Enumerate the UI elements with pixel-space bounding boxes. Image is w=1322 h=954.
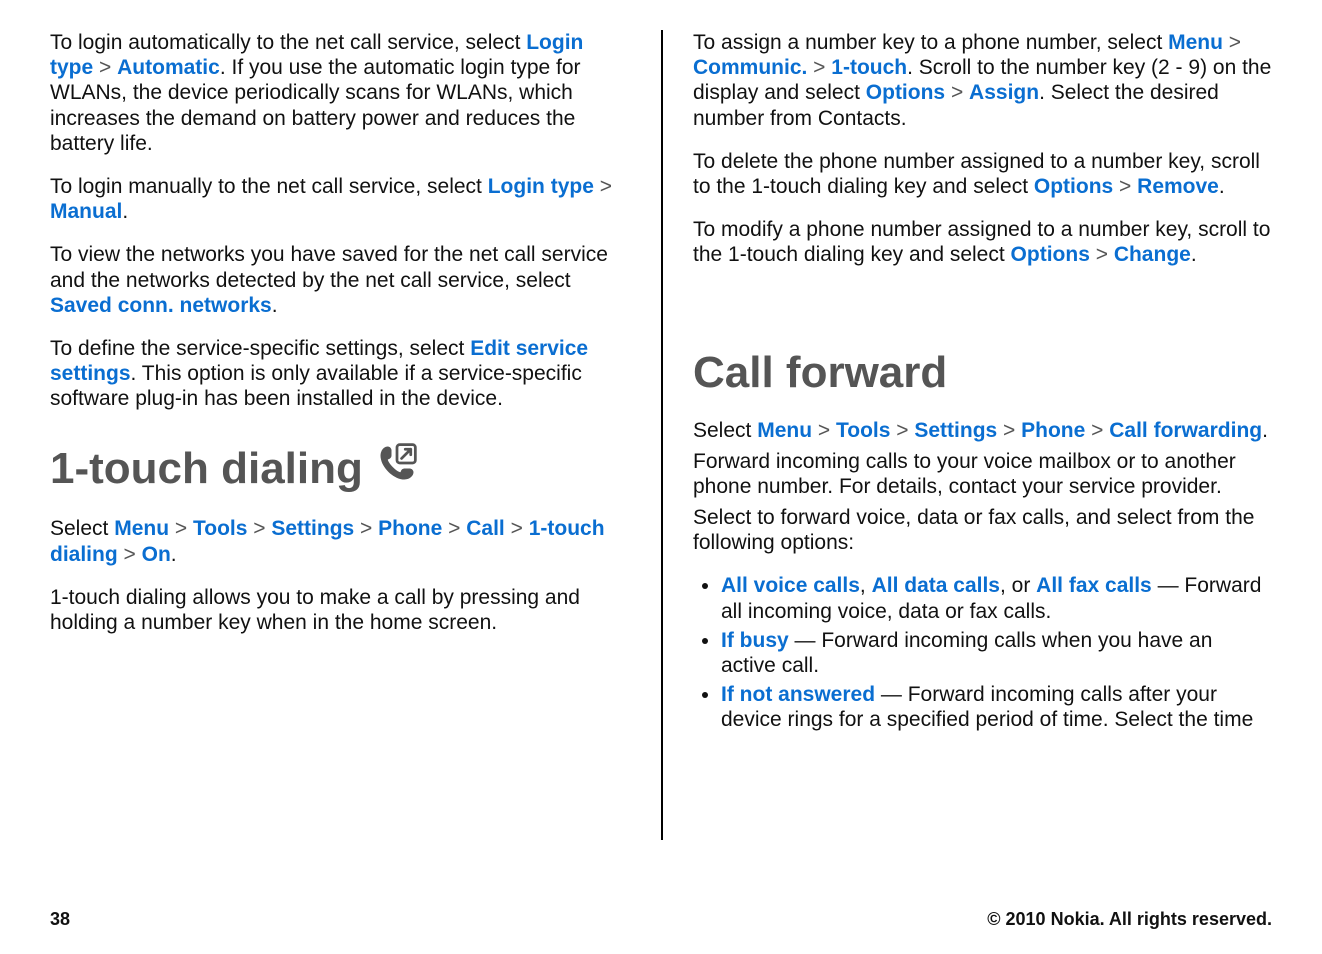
text: To login manually to the net call servic…: [50, 175, 488, 198]
kw-phone: Phone: [1021, 419, 1085, 442]
text: — Forward incoming calls when you have a…: [721, 629, 1212, 677]
kw-menu: Menu: [757, 419, 812, 442]
copyright: © 2010 Nokia. All rights reserved.: [987, 909, 1272, 930]
breadcrumb-sep: >: [354, 517, 378, 540]
text: .: [1191, 243, 1197, 266]
breadcrumb-sep: >: [505, 517, 529, 540]
kw-menu: Menu: [1168, 31, 1223, 54]
breadcrumb-sep: >: [594, 175, 612, 198]
list-item: If not answered — Forward incoming calls…: [721, 682, 1272, 732]
text: ,: [860, 574, 872, 597]
kw-remove: Remove: [1137, 175, 1219, 198]
text: Select: [50, 517, 114, 540]
kw-all-voice-calls: All voice calls: [721, 574, 860, 597]
heading-1-touch-dialing: 1-touch dialing: [50, 441, 631, 496]
breadcrumb-sep: >: [1113, 175, 1137, 198]
page: To login automatically to the net call s…: [0, 0, 1322, 840]
para-assign-key: To assign a number key to a phone number…: [693, 30, 1272, 131]
kw-call: Call: [466, 517, 505, 540]
kw-assign: Assign: [969, 81, 1039, 104]
heading-call-forward: Call forward: [693, 348, 1272, 398]
breadcrumb-sep: >: [93, 56, 117, 79]
text: .: [272, 294, 278, 317]
kw-options: Options: [866, 81, 945, 104]
kw-tools: Tools: [193, 517, 247, 540]
text: To view the networks you have saved for …: [50, 243, 608, 291]
kw-if-not-answered: If not answered: [721, 683, 875, 706]
breadcrumb-sep: >: [1090, 243, 1114, 266]
breadcrumb-sep: >: [812, 419, 836, 442]
text: .: [171, 543, 177, 566]
breadcrumb-sep: >: [997, 419, 1021, 442]
para-login-auto: To login automatically to the net call s…: [50, 30, 631, 156]
para-saved-networks: To view the networks you have saved for …: [50, 242, 631, 318]
kw-menu: Menu: [114, 517, 169, 540]
breadcrumb-sep: >: [1223, 31, 1241, 54]
para-forward-select: Select to forward voice, data or fax cal…: [693, 505, 1272, 555]
kw-saved-conn-networks: Saved conn. networks: [50, 294, 272, 317]
breadcrumb-call-forward: Select Menu > Tools > Settings > Phone >…: [693, 418, 1272, 443]
heading-text: Call forward: [693, 348, 947, 398]
breadcrumb-sep: >: [945, 81, 969, 104]
breadcrumb-sep: >: [1085, 419, 1109, 442]
forward-options-list: All voice calls, All data calls, or All …: [693, 573, 1272, 732]
right-column: To assign a number key to a phone number…: [661, 30, 1272, 840]
text: Select: [693, 419, 757, 442]
kw-call-forwarding: Call forwarding: [1109, 419, 1262, 442]
breadcrumb-sep: >: [247, 517, 271, 540]
breadcrumb-sep: >: [169, 517, 193, 540]
kw-all-fax-calls: All fax calls: [1036, 574, 1152, 597]
text: .: [122, 200, 128, 223]
kw-phone: Phone: [378, 517, 442, 540]
kw-communic: Communic.: [693, 56, 807, 79]
para-login-manual: To login manually to the net call servic…: [50, 174, 631, 224]
para-delete-key: To delete the phone number assigned to a…: [693, 149, 1272, 199]
para-edit-service: To define the service-specific settings,…: [50, 336, 631, 412]
footer: 38 © 2010 Nokia. All rights reserved.: [50, 909, 1272, 930]
kw-manual: Manual: [50, 200, 122, 223]
kw-if-busy: If busy: [721, 629, 789, 652]
para-forward-desc: Forward incoming calls to your voice mai…: [693, 449, 1272, 499]
list-item: All voice calls, All data calls, or All …: [721, 573, 1272, 623]
kw-settings: Settings: [914, 419, 997, 442]
kw-options: Options: [1011, 243, 1090, 266]
text: . This option is only available if a ser…: [50, 362, 582, 410]
kw-all-data-calls: All data calls: [872, 574, 1000, 597]
left-column: To login automatically to the net call s…: [50, 30, 661, 840]
kw-options: Options: [1034, 175, 1113, 198]
breadcrumb-1-touch: Select Menu > Tools > Settings > Phone >…: [50, 516, 631, 566]
list-item: If busy — Forward incoming calls when yo…: [721, 628, 1272, 678]
heading-text: 1-touch dialing: [50, 444, 363, 494]
breadcrumb-sep: >: [807, 56, 831, 79]
text: .: [1219, 175, 1225, 198]
kw-on: On: [142, 543, 171, 566]
breadcrumb-sep: >: [118, 543, 142, 566]
text: To define the service-specific settings,…: [50, 337, 470, 360]
para-modify-key: To modify a phone number assigned to a n…: [693, 217, 1272, 267]
kw-change: Change: [1114, 243, 1191, 266]
breadcrumb-sep: >: [442, 517, 466, 540]
text: , or: [1000, 574, 1036, 597]
kw-settings: Settings: [271, 517, 354, 540]
text: To login automatically to the net call s…: [50, 31, 526, 54]
text: To assign a number key to a phone number…: [693, 31, 1168, 54]
para-1-touch-desc: 1-touch dialing allows you to make a cal…: [50, 585, 631, 635]
phone-arrow-icon: [375, 441, 419, 496]
kw-login-type: Login type: [488, 175, 594, 198]
kw-1-touch: 1-touch: [831, 56, 907, 79]
kw-tools: Tools: [836, 419, 890, 442]
page-number: 38: [50, 909, 70, 930]
breadcrumb-sep: >: [890, 419, 914, 442]
kw-automatic: Automatic: [117, 56, 220, 79]
text: .: [1262, 419, 1268, 442]
